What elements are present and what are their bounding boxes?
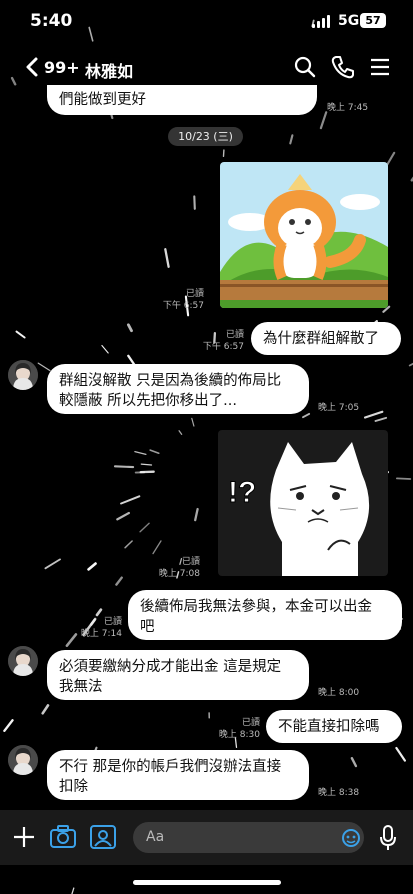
input-placeholder: Aa <box>146 829 165 845</box>
menu-icon[interactable] <box>367 54 393 80</box>
chat-header: 99+ 林雅如 <box>0 46 413 88</box>
message-text-line: 必須要繳納分成才能出金 這是規定 <box>59 659 282 675</box>
camera-icon[interactable] <box>49 824 77 850</box>
avatar[interactable] <box>8 360 38 390</box>
read-receipt: 已讀 <box>241 718 260 728</box>
message-time: 晚上 8:30 <box>218 730 260 740</box>
read-receipt: 已讀 <box>103 617 122 627</box>
message-text-line: 我無法 <box>59 679 103 695</box>
chat-title[interactable]: 林雅如 <box>85 58 133 82</box>
signal-icon <box>312 15 332 28</box>
search-icon[interactable] <box>292 54 318 80</box>
read-receipt: 已讀 <box>185 289 204 299</box>
message-text-line: 較隱蔽 所以先把你移出了... <box>59 393 237 409</box>
back-icon[interactable] <box>22 55 44 79</box>
status-time: 5:40 <box>30 11 73 31</box>
message-text-line: 吧 <box>140 619 155 635</box>
incoming-message[interactable]: 們能做到更好 <box>47 85 317 115</box>
message-time: 晚上 7:45 <box>327 103 369 113</box>
incoming-message[interactable]: 必須要繳納分成才能出金 這是規定 我無法 <box>47 650 309 700</box>
message-text: 們能做到更好 <box>59 92 146 108</box>
message-time: 晚上 8:00 <box>318 688 360 698</box>
network-label: 5G <box>338 13 360 29</box>
cat-sticker[interactable]: !? <box>218 430 388 576</box>
message-input-bar: Aa <box>0 810 413 865</box>
message-text-line: 群組沒解散 只是因為後續的佈局比 <box>59 373 282 389</box>
message-time: 晚上 7:08 <box>158 569 200 579</box>
incoming-message[interactable]: 不行 那是你的帳戶我們沒辦法直接 扣除 <box>47 750 309 800</box>
message-time: 下午 6:57 <box>202 342 244 352</box>
cat-sticker[interactable] <box>220 162 388 308</box>
incoming-message[interactable]: 群組沒解散 只是因為後續的佈局比 較隱蔽 所以先把你移出了... <box>47 364 309 414</box>
message-text-line: 不行 那是你的帳戶我們沒辦法直接 <box>59 759 282 775</box>
message-time: 晚上 7:14 <box>80 629 122 639</box>
date-separator: 10/23 (三) <box>168 127 243 146</box>
status-bar: 5:40 5G 57 <box>0 0 413 46</box>
home-indicator <box>133 880 281 885</box>
phone-icon[interactable] <box>330 54 356 80</box>
message-time: 晚上 7:05 <box>318 403 360 413</box>
read-receipt: 已讀 <box>225 330 244 340</box>
unread-count[interactable]: 99+ <box>44 58 80 77</box>
photo-icon[interactable] <box>89 824 117 850</box>
outgoing-message[interactable]: 後續佈局我無法參與，本金可以出金 吧 <box>128 590 402 640</box>
outgoing-message[interactable]: 為什麼群組解散了 <box>251 322 401 355</box>
message-time: 下午 6:57 <box>162 301 204 311</box>
outgoing-message[interactable]: 不能直接扣除嗎 <box>266 710 402 743</box>
avatar[interactable] <box>8 646 38 676</box>
avatar[interactable] <box>8 745 38 775</box>
message-text-line: 後續佈局我無法參與，本金可以出金 <box>140 599 372 615</box>
message-input[interactable]: Aa <box>133 822 364 853</box>
message-text: 為什麼群組解散了 <box>263 331 379 347</box>
read-receipt: 已讀 <box>181 557 200 567</box>
emoji-icon[interactable] <box>340 826 362 848</box>
message-text-line: 扣除 <box>59 779 88 795</box>
plus-icon[interactable] <box>12 825 36 849</box>
microphone-icon[interactable] <box>378 824 398 852</box>
battery-icon: 57 <box>360 13 386 28</box>
message-text: 不能直接扣除嗎 <box>278 719 380 735</box>
message-time: 晚上 8:38 <box>318 788 360 798</box>
svg-text:!?: !? <box>228 476 256 509</box>
